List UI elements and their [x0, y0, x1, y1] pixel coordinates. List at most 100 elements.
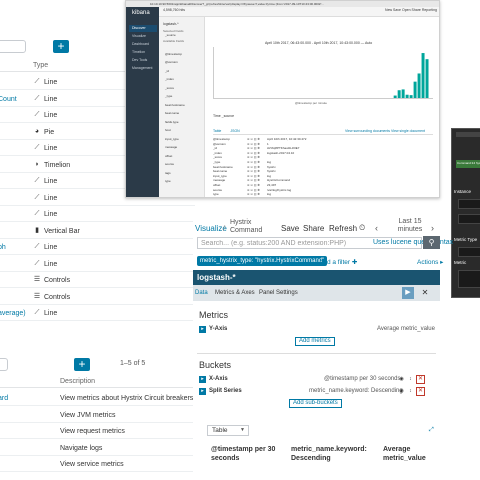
- filter-actions-menu[interactable]: Actions ▸: [417, 258, 443, 266]
- table-row[interactable]: ard View metrics about Hystrix Circuit br…: [0, 390, 195, 406]
- sidebar-item-discover[interactable]: Discover: [129, 25, 157, 32]
- bucket-agg-split-series[interactable]: ▸ Split Series metric_name.keyword: Desc…: [199, 387, 436, 397]
- field-item[interactable]: @timestamp: [165, 52, 182, 56]
- filter-pill[interactable]: metric_hystrix_type: "hystrix.HystrixCom…: [197, 256, 328, 266]
- sidebar-item-management[interactable]: Management: [129, 65, 157, 72]
- add-sub-buckets-button[interactable]: Add sub-buckets: [289, 399, 342, 408]
- field-item[interactable]: beat.hostname: [165, 103, 185, 107]
- field-item[interactable]: source: [165, 162, 174, 166]
- sidebar-item-dashboard[interactable]: Dashboard: [129, 41, 157, 48]
- histogram-bar[interactable]: [393, 95, 397, 98]
- metric-agg-y-axis[interactable]: ▸ Y-Axis Average metric_value: [199, 325, 436, 335]
- field-item[interactable]: _index: [165, 77, 174, 81]
- histogram-bar[interactable]: [417, 73, 421, 98]
- doc-field-actions[interactable]: ⊕ ⊖ ▥ ✱: [247, 137, 267, 141]
- field-item[interactable]: _type: [165, 94, 172, 98]
- histogram-bar[interactable]: [401, 89, 405, 98]
- dashboard-search-input[interactable]: [0, 358, 8, 371]
- sidebar-item-dev-tools[interactable]: Dev Tools: [129, 57, 157, 64]
- instance-field[interactable]: [458, 199, 480, 209]
- time-picker-label[interactable]: Last 15 minutes: [393, 218, 427, 234]
- doc-field-actions[interactable]: ⊕ ⊖ ▥ ✱: [247, 142, 267, 146]
- table-row[interactable]: View request metrics: [0, 423, 195, 439]
- visualization-name[interactable]: Count: [0, 96, 17, 103]
- tab-table[interactable]: Table: [213, 129, 221, 133]
- field-item[interactable]: _source: [165, 33, 176, 37]
- histogram-bar[interactable]: [397, 90, 401, 98]
- field-item[interactable]: _score: [165, 86, 174, 90]
- field-item[interactable]: _id: [165, 69, 169, 73]
- histogram-bar[interactable]: [425, 59, 429, 98]
- field-item[interactable]: message: [165, 145, 177, 149]
- doc-field-actions[interactable]: ⊕ ⊖ ▥ ✱: [247, 183, 267, 187]
- dashboard-name[interactable]: ard: [0, 395, 8, 402]
- doc-field-actions[interactable]: ⊕ ⊖ ▥ ✱: [247, 155, 267, 159]
- doc-field-actions[interactable]: ⊕ ⊖ ▥ ✱: [247, 174, 267, 178]
- field-item[interactable]: @version: [165, 60, 178, 64]
- doc-field-actions[interactable]: ⊕ ⊖ ▥ ✱: [247, 151, 267, 155]
- tab-metrics-axes[interactable]: Metrics & Axes: [215, 290, 255, 296]
- time-prev-button[interactable]: ‹: [375, 223, 378, 233]
- table-row[interactable]: Navigate logs: [0, 440, 195, 456]
- doc-field-actions[interactable]: ⊕ ⊖ ▥ ✱: [247, 146, 267, 150]
- add-visualization-button[interactable]: +: [53, 40, 69, 53]
- field-item[interactable]: input_type: [165, 137, 179, 141]
- table-header-metric-name[interactable]: metric_name.keyword: Descending: [291, 445, 371, 463]
- dark-window-tab[interactable]: [456, 132, 480, 137]
- metric-field[interactable]: [458, 270, 480, 288]
- toggle-icon[interactable]: ◉: [398, 376, 405, 383]
- list-item[interactable]: ☰ Controls: [0, 289, 195, 305]
- discover-actions[interactable]: New Save Open Share Reporting: [385, 8, 437, 12]
- refresh-button[interactable]: Refresh: [329, 224, 357, 233]
- histogram-bar[interactable]: [421, 53, 425, 98]
- share-button[interactable]: Share: [303, 224, 324, 233]
- histogram-bar[interactable]: [409, 95, 413, 98]
- add-dashboard-button[interactable]: +: [74, 358, 90, 371]
- clock-icon[interactable]: ⏲: [359, 223, 365, 233]
- field-item[interactable]: type: [165, 179, 171, 183]
- instance-field-2[interactable]: [458, 214, 480, 224]
- chevron-right-icon[interactable]: ▸: [199, 326, 206, 333]
- remove-agg-button[interactable]: ✕: [416, 387, 425, 396]
- list-item[interactable]: ⟋ Line: [0, 206, 195, 222]
- table-header-timestamp[interactable]: @timestamp per 30 seconds: [211, 445, 281, 463]
- add-filter-button[interactable]: Add a filter ✚: [319, 258, 357, 266]
- tab-json[interactable]: JSON: [230, 129, 239, 133]
- save-button[interactable]: Save: [281, 224, 299, 233]
- field-item[interactable]: tags: [165, 171, 171, 175]
- sidebar-item-visualize[interactable]: Visualize: [129, 33, 157, 40]
- time-next-button[interactable]: ›: [431, 223, 434, 233]
- doc-field-actions[interactable]: ⊕ ⊖ ▥ ✱: [247, 169, 267, 173]
- doc-field-actions[interactable]: ⊕ ⊖ ▥ ✱: [247, 165, 267, 169]
- visualization-search-input[interactable]: [0, 40, 26, 53]
- visualization-name[interactable]: average): [0, 310, 26, 317]
- histogram-bar[interactable]: [413, 81, 417, 98]
- field-item[interactable]: beat.name: [165, 111, 179, 115]
- field-item[interactable]: offset: [165, 154, 172, 158]
- discard-changes-button[interactable]: ✕: [419, 287, 431, 299]
- list-item[interactable]: ph ⟋ Line: [0, 239, 195, 255]
- chevron-right-icon[interactable]: ▸: [199, 388, 206, 395]
- document-links[interactable]: View surrounding documents View single d…: [345, 129, 425, 133]
- bucket-agg-x-axis[interactable]: ▸ X-Axis @timestamp per 30 seconds ◉ ↕ ✕: [199, 375, 436, 385]
- visualization-name[interactable]: ph: [0, 244, 6, 251]
- chevron-right-icon[interactable]: ▸: [199, 376, 206, 383]
- field-item[interactable]: host: [165, 128, 171, 132]
- list-item[interactable]: ▮ Vertical Bar: [0, 223, 195, 239]
- list-item[interactable]: average) ⟋ Line: [0, 305, 195, 321]
- remove-agg-button[interactable]: ✕: [416, 375, 425, 384]
- index-pattern-selector[interactable]: logstash-*: [163, 22, 179, 26]
- table-header-average[interactable]: Average metric_value: [383, 445, 439, 463]
- doc-field-actions[interactable]: ⊕ ⊖ ▥ ✱: [247, 192, 267, 196]
- histogram-bar[interactable]: [405, 94, 409, 98]
- apply-changes-button[interactable]: ▶: [402, 287, 414, 299]
- drag-handle-icon[interactable]: ↕: [407, 388, 414, 395]
- tab-data[interactable]: Data: [195, 290, 208, 296]
- table-row[interactable]: View service metrics: [0, 456, 195, 472]
- drag-handle-icon[interactable]: ↕: [407, 376, 414, 383]
- lucene-syntax-link[interactable]: Uses lucene query syntax: [373, 239, 453, 246]
- expand-icon[interactable]: ⤢: [429, 427, 434, 434]
- doc-field-actions[interactable]: ⊕ ⊖ ▥ ✱: [247, 178, 267, 182]
- search-button[interactable]: ⚲: [423, 236, 440, 249]
- sidebar-item-timelion[interactable]: Timelion: [129, 49, 157, 56]
